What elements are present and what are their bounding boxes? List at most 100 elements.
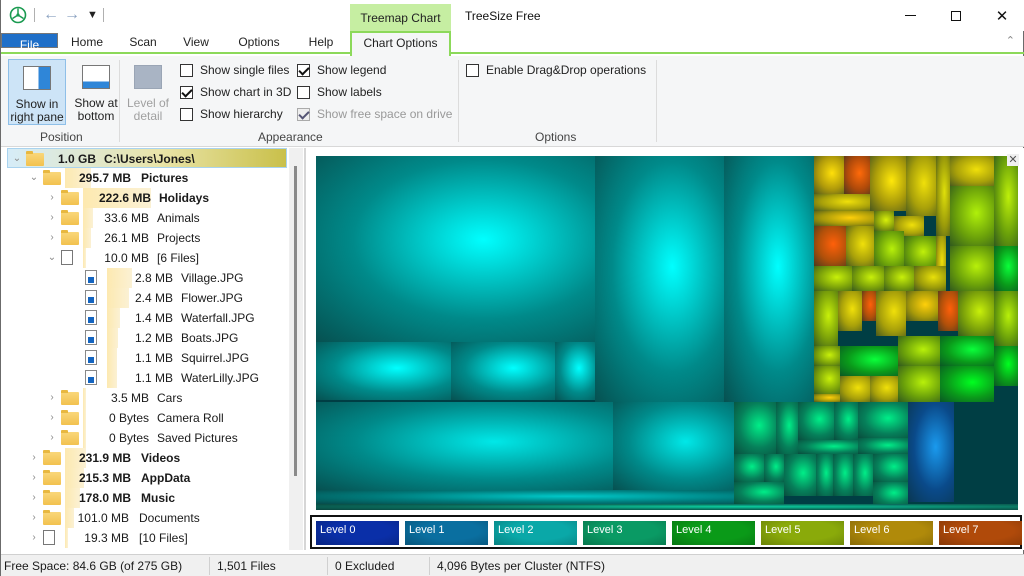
treemap-cell[interactable]: [316, 342, 451, 400]
treemap-cell-appdata[interactable]: [950, 156, 994, 186]
treemap-cell-music[interactable]: [834, 402, 858, 440]
treemap-cell-appdata[interactable]: [846, 226, 874, 266]
tree-row[interactable]: › 33.6 MB Animals: [1, 208, 287, 228]
treemap-cell-appdata[interactable]: [840, 346, 898, 376]
tree-row[interactable]: 1.4 MB Waterfall.JPG: [1, 308, 287, 328]
treemap-cell-music[interactable]: [734, 402, 776, 454]
treemap-cell[interactable]: [316, 490, 734, 504]
treemap-cell-appdata-blue[interactable]: [908, 402, 954, 502]
treemap-cell[interactable]: [451, 342, 555, 400]
treemap-cell-appdata[interactable]: [994, 346, 1018, 386]
collapse-chevron-icon[interactable]: ⌄: [12, 149, 22, 169]
treemap-cell-holidays[interactable]: [316, 156, 595, 342]
treemap-cell-appdata[interactable]: [950, 186, 994, 246]
tree-row[interactable]: 1.2 MB Boats.JPG: [1, 328, 287, 348]
treemap-cell-appdata[interactable]: [994, 291, 1018, 346]
show-chart-in-3d-checkbox[interactable]: Show chart in 3D: [180, 84, 291, 100]
tab-chart-options[interactable]: Chart Options: [350, 31, 451, 56]
treemap-cell-music[interactable]: [734, 454, 764, 482]
forward-arrow-icon[interactable]: →: [64, 5, 80, 25]
tree-vertical-scrollbar[interactable]: [289, 148, 303, 550]
tree-row[interactable]: › 26.1 MB Projects: [1, 228, 287, 248]
treemap-cell-appdata[interactable]: [814, 291, 838, 346]
expand-chevron-icon[interactable]: ›: [29, 528, 39, 548]
collapse-chevron-icon[interactable]: ⌄: [29, 168, 39, 188]
treemap-cell-music[interactable]: [798, 440, 858, 454]
show-hierarchy-checkbox[interactable]: Show hierarchy: [180, 106, 283, 122]
treemap-cell[interactable]: [316, 504, 1018, 510]
tab-file[interactable]: File: [1, 33, 58, 52]
tree-row[interactable]: 1.1 MB WaterLilly.JPG: [1, 368, 287, 388]
treemap-cell-music[interactable]: [776, 402, 798, 454]
tab-home[interactable]: Home: [61, 31, 113, 54]
expand-chevron-icon[interactable]: ›: [29, 448, 39, 468]
collapse-ribbon-icon[interactable]: ⌃: [1006, 34, 1015, 47]
close-chart-icon[interactable]: ✕: [1007, 154, 1019, 166]
customize-quick-access-icon[interactable]: ▼: [87, 5, 98, 25]
tree-row[interactable]: › 178.0 MB Music: [1, 488, 287, 508]
close-button[interactable]: ✕: [979, 0, 1024, 31]
tab-scan[interactable]: Scan: [119, 31, 167, 54]
treemap-cell-music[interactable]: [873, 454, 908, 482]
show-in-right-pane-button[interactable]: Show in right pane: [8, 59, 66, 125]
treemap-cell-music[interactable]: [833, 454, 853, 496]
show-legend-checkbox[interactable]: Show legend: [297, 62, 386, 78]
expand-chevron-icon[interactable]: ›: [47, 208, 57, 228]
treemap-cell-appdata[interactable]: [844, 156, 870, 194]
treemap-cell-appdata[interactable]: [814, 211, 874, 226]
tree-row[interactable]: › 3.5 MB Cars: [1, 388, 287, 408]
treemap-cell-appdata[interactable]: [950, 246, 994, 291]
expand-chevron-icon[interactable]: ›: [47, 188, 57, 208]
treemap-cell-appdata[interactable]: [876, 291, 906, 336]
tree-row[interactable]: › 231.9 MB Videos: [1, 448, 287, 468]
treemap-cell-appdata[interactable]: [862, 291, 876, 321]
enable-drag-drop-checkbox[interactable]: Enable Drag&Drop operations: [466, 62, 646, 78]
treemap-cell-music[interactable]: [816, 454, 833, 496]
treemap-cell-appdata[interactable]: [940, 336, 994, 366]
treemap-cell-appdata[interactable]: [994, 246, 1018, 291]
treemap-cell-appdata[interactable]: [938, 291, 958, 331]
treemap-cell-appdata[interactable]: [958, 291, 994, 336]
scrollbar-thumb[interactable]: [294, 166, 297, 476]
tree-row[interactable]: 2.4 MB Flower.JPG: [1, 288, 287, 308]
collapse-chevron-icon[interactable]: ⌄: [47, 248, 57, 268]
treemap-cell-music[interactable]: [873, 482, 908, 506]
tab-options[interactable]: Options: [227, 31, 291, 54]
treemap-cell-appdata[interactable]: [874, 231, 904, 271]
treemap-cell-appdata[interactable]: [840, 376, 870, 402]
treemap-cell-appdata[interactable]: [884, 266, 914, 291]
show-labels-checkbox[interactable]: Show labels: [297, 84, 382, 100]
treemap-cell-music[interactable]: [784, 454, 816, 496]
expand-chevron-icon[interactable]: ›: [29, 488, 39, 508]
tree-row[interactable]: › 215.3 MB AppData: [1, 468, 287, 488]
minimize-button[interactable]: [887, 0, 933, 31]
tab-view[interactable]: View: [173, 31, 219, 54]
treemap-cell-appdata[interactable]: [906, 291, 938, 321]
treemap-cell-appdata[interactable]: [814, 366, 840, 394]
treemap-cell[interactable]: [555, 342, 595, 400]
tree-row[interactable]: › 222.6 MB Holidays: [1, 188, 287, 208]
tree-row[interactable]: ⌄ 10.0 MB [6 Files]: [1, 248, 287, 268]
treemap-cell-appdata[interactable]: [994, 156, 1018, 246]
back-arrow-icon[interactable]: ←: [43, 5, 59, 25]
treemap-cell-music[interactable]: [798, 402, 834, 440]
treemap-cell-appdata[interactable]: [814, 346, 840, 366]
treemap-cell-music[interactable]: [853, 454, 873, 496]
expand-chevron-icon[interactable]: ›: [47, 428, 57, 448]
treemap-cell-appdata[interactable]: [874, 211, 894, 231]
treemap-cell-appdata[interactable]: [814, 266, 852, 291]
tree-row[interactable]: › 0 Bytes Saved Pictures: [1, 428, 287, 448]
show-single-files-checkbox[interactable]: Show single files: [180, 62, 289, 78]
treemap-cell-appdata[interactable]: [914, 266, 946, 291]
tree-row[interactable]: › 101.0 MB Documents: [1, 508, 287, 528]
treemap-cell-appdata[interactable]: [898, 366, 940, 402]
show-at-bottom-button[interactable]: Show at bottom: [67, 59, 125, 125]
treemap-cell-music[interactable]: [858, 402, 908, 438]
treemap-cell-appdata[interactable]: [814, 394, 840, 402]
treemap-cell-appdata[interactable]: [906, 156, 936, 216]
tree-row[interactable]: 2.8 MB Village.JPG: [1, 268, 287, 288]
tree-row[interactable]: › 19.3 MB [10 Files]: [1, 528, 287, 548]
treemap-cell-appdata[interactable]: [940, 366, 994, 402]
treemap-cell[interactable]: [724, 156, 814, 402]
tree-row[interactable]: ⌄ 295.7 MB Pictures: [1, 168, 287, 188]
